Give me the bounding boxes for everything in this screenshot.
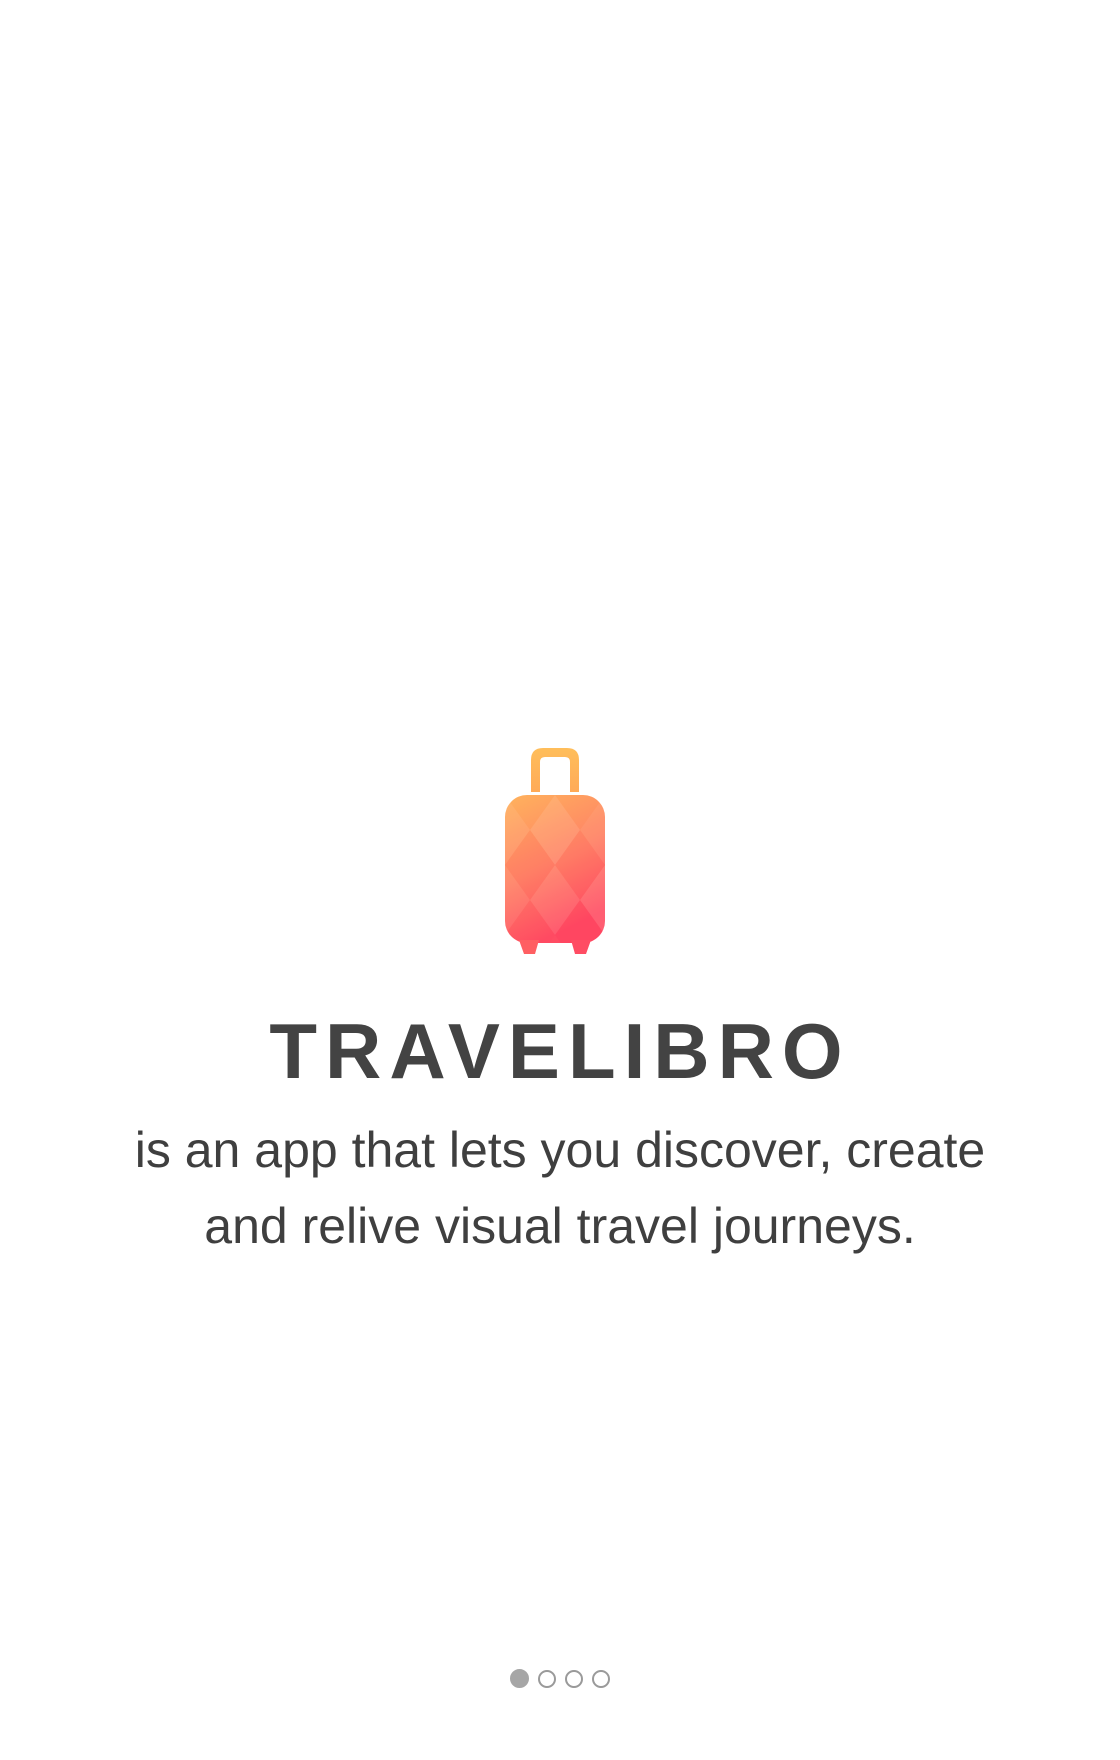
- suitcase-icon: [497, 740, 613, 956]
- page-dot-3[interactable]: [565, 1670, 583, 1688]
- tagline-line-1: is an app that lets you discover, create: [134, 1122, 986, 1178]
- app-title: TRAVELIBRO: [269, 1007, 851, 1095]
- app-description: is an app that lets you discover, create…: [60, 1112, 1060, 1264]
- onboarding-screen: TRAVELIBRO is an app that lets you disco…: [0, 0, 1120, 1760]
- tagline-line-2: and relive visual travel journeys.: [204, 1198, 916, 1254]
- page-dot-2[interactable]: [538, 1670, 556, 1688]
- page-dot-4[interactable]: [592, 1670, 610, 1688]
- page-dot-1[interactable]: [510, 1669, 529, 1688]
- page-indicator: [0, 1669, 1120, 1688]
